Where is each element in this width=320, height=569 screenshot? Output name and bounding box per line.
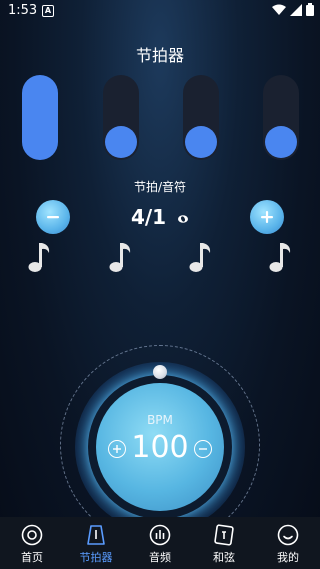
time-signature-label: 节拍/音符 (133, 180, 187, 194)
tab-label: 首页 (21, 551, 43, 564)
quarter-note-icon[interactable] (267, 240, 295, 274)
smile-icon (277, 524, 299, 546)
equalizer-icon (149, 524, 171, 546)
dial-handle[interactable] (153, 365, 167, 379)
beat-knob (105, 126, 137, 158)
beat-knob (265, 126, 297, 158)
tab-label: 和弦 (213, 551, 235, 564)
battery-icon (306, 3, 314, 16)
bpm-label: BPM (147, 413, 173, 427)
tab-home[interactable]: 首页 (0, 517, 64, 569)
decrease-time-signature-button[interactable] (36, 200, 70, 234)
record-icon (21, 524, 43, 546)
tab-metronome[interactable]: 节拍器 (64, 517, 128, 569)
whole-note-icon (178, 215, 189, 223)
notification-icon: A (42, 5, 54, 17)
quarter-note-icon[interactable] (26, 240, 54, 274)
increase-bpm-button[interactable] (108, 440, 126, 458)
wifi-icon (272, 4, 286, 15)
tab-profile[interactable]: 我的 (256, 517, 320, 569)
plus-icon (261, 211, 273, 223)
beat-indicator-3[interactable] (183, 75, 219, 160)
decrease-bpm-button[interactable] (194, 440, 212, 458)
tab-audio[interactable]: 音频 (128, 517, 192, 569)
beat-knob (185, 126, 217, 158)
minus-icon (47, 216, 59, 219)
time-signature-value: 4/1 (120, 205, 200, 229)
status-bar: 1:53 A (0, 0, 320, 24)
minus-icon (199, 448, 207, 450)
status-time: 1:53 (8, 3, 38, 18)
status-icons (272, 3, 314, 16)
page-title: 节拍器 (135, 46, 184, 65)
signal-icon (290, 3, 302, 16)
time-signature-text: 4/1 (130, 205, 167, 229)
increase-time-signature-button[interactable] (250, 200, 284, 234)
tab-chords[interactable]: 和弦 (192, 517, 256, 569)
quarter-note-icon[interactable] (187, 240, 215, 274)
chord-icon (214, 524, 234, 546)
quarter-note-icon[interactable] (107, 240, 135, 274)
tab-label: 我的 (277, 551, 299, 564)
tab-label: 节拍器 (79, 551, 113, 564)
beat-indicator-4[interactable] (263, 75, 299, 160)
beat-indicator-1[interactable] (22, 75, 58, 160)
metronome-icon (87, 525, 105, 545)
bottom-tab-bar: 首页 节拍器 音频 和弦 我的 (0, 517, 320, 569)
beat-indicator-2[interactable] (103, 75, 139, 160)
tab-label: 音频 (149, 551, 171, 564)
plus-icon (113, 445, 121, 453)
